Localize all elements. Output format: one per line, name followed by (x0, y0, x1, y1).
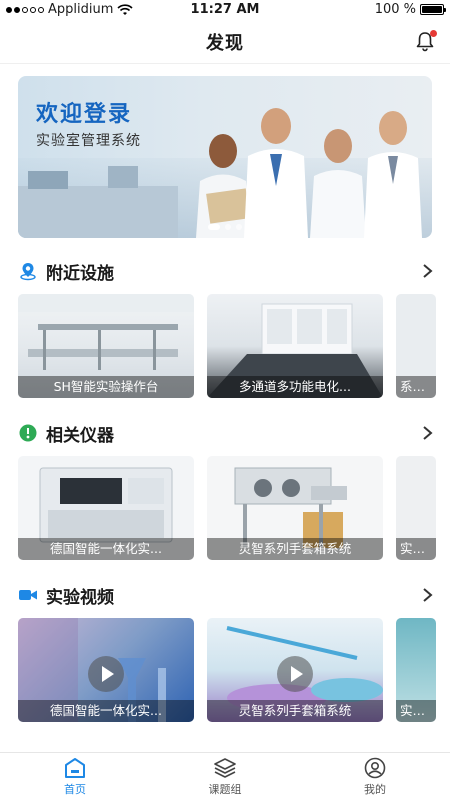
tab-label: 课题组 (208, 782, 242, 796)
video-card[interactable]: 德国智能一体化实... (18, 618, 194, 722)
carousel-dot[interactable] (208, 224, 220, 230)
video-card[interactable]: 实验室 (396, 618, 436, 722)
location-pin-icon (18, 261, 38, 281)
banner-subtitle: 实验室管理系统 (36, 133, 141, 149)
notification-badge (430, 30, 437, 37)
tab-label: 我的 (364, 782, 386, 796)
instrument-card[interactable]: 实验室 (396, 456, 436, 560)
play-button[interactable] (88, 656, 124, 692)
tab-home[interactable]: 首页 (0, 753, 150, 800)
chevron-right-icon[interactable] (420, 425, 434, 441)
facility-card[interactable]: 系列手 (396, 294, 436, 398)
notification-button[interactable] (414, 30, 437, 52)
play-button[interactable] (277, 656, 313, 692)
tab-label: 首页 (64, 782, 86, 796)
promo-banner[interactable]: 欢迎登录 实验室管理系统 (18, 76, 432, 238)
facilities-carousel[interactable]: SH智能实验操作台 多通道多功能电化... 系列手 (18, 294, 436, 398)
carousel-indicator (18, 224, 432, 230)
chevron-right-icon[interactable] (420, 263, 434, 279)
instruments-carousel[interactable]: 德国智能一体化实... 灵智系列手套箱系统 实验室 (18, 456, 436, 560)
battery-area: 100 % (374, 2, 446, 17)
banner-title: 欢迎登录 (36, 102, 133, 127)
bottom-tab-bar: 首页 课题组 我的 (0, 752, 450, 800)
chevron-right-icon[interactable] (420, 587, 434, 603)
facility-card[interactable]: SH智能实验操作台 (18, 294, 194, 398)
status-bar: Applidium 11:27 AM 100 % (0, 0, 450, 20)
card-caption: 实验室 (396, 700, 436, 722)
facility-card[interactable]: 多通道多功能电化... (207, 294, 383, 398)
card-caption: 多通道多功能电化... (207, 376, 383, 398)
instrument-card[interactable]: 灵智系列手套箱系统 (207, 456, 383, 560)
battery-icon (420, 4, 446, 15)
video-card[interactable]: 灵智系列手套箱系统 (207, 618, 383, 722)
carousel-dot[interactable] (225, 224, 231, 230)
battery-percent: 100 % (374, 2, 416, 17)
facilities-header[interactable]: 附近设施 (18, 259, 434, 284)
card-caption: 系列手 (396, 376, 436, 398)
card-caption: 灵智系列手套箱系统 (207, 538, 383, 560)
home-icon (65, 757, 85, 778)
video-camera-icon (18, 585, 38, 605)
instrument-icon (18, 423, 38, 443)
section-title: 附近设施 (46, 263, 114, 284)
instrument-card[interactable]: 德国智能一体化实... (18, 456, 194, 560)
tab-groups[interactable]: 课题组 (150, 753, 300, 800)
carousel-dot[interactable] (236, 224, 242, 230)
layers-icon (214, 757, 236, 778)
card-caption: 德国智能一体化实... (18, 700, 194, 722)
card-caption: 灵智系列手套箱系统 (207, 700, 383, 722)
section-title: 实验视频 (46, 587, 114, 608)
card-caption: 德国智能一体化实... (18, 538, 194, 560)
section-title: 相关仪器 (46, 425, 114, 446)
nav-header: 发现 (0, 20, 450, 64)
card-caption: SH智能实验操作台 (18, 376, 194, 398)
instruments-header[interactable]: 相关仪器 (18, 421, 434, 446)
videos-header[interactable]: 实验视频 (18, 583, 434, 608)
card-caption: 实验室 (396, 538, 436, 560)
user-icon (364, 757, 386, 778)
videos-carousel[interactable]: 德国智能一体化实... 灵智系列手套箱系统 实验室 (18, 618, 436, 722)
tab-profile[interactable]: 我的 (300, 753, 450, 800)
page-title: 发现 (206, 32, 244, 54)
